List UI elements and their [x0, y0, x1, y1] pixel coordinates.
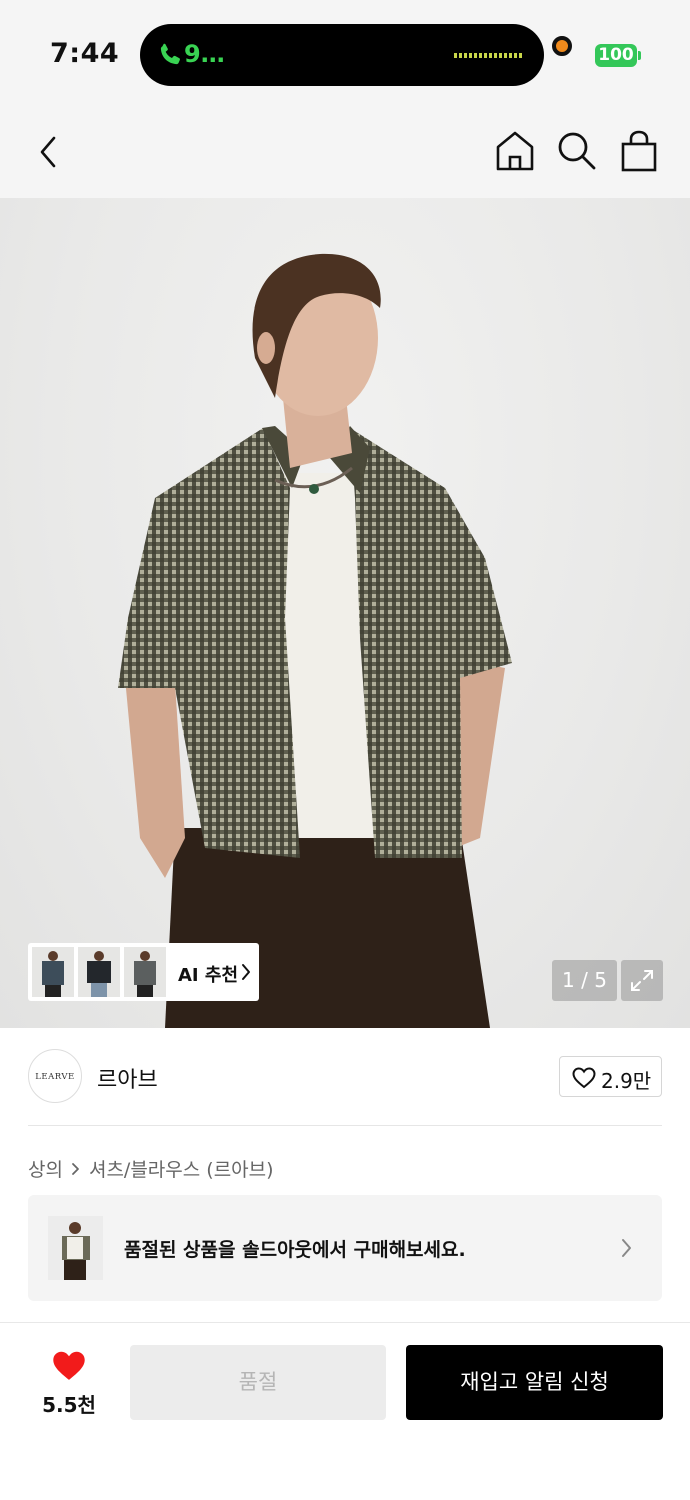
divider [0, 1322, 690, 1323]
breadcrumb-category[interactable]: 상의 [28, 1155, 63, 1182]
status-time: 7:44 [50, 38, 120, 69]
heart-filled-icon [53, 1351, 85, 1380]
restock-alert-button[interactable]: 재입고 알림 신청 [406, 1345, 663, 1420]
call-duration-text: 9… [184, 40, 225, 68]
ai-thumbnail-2 [78, 947, 120, 997]
back-chevron-icon[interactable] [34, 134, 64, 170]
product-photo [118, 253, 512, 1028]
like-count: 5.5천 [42, 1393, 96, 1417]
home-icon[interactable] [495, 130, 535, 172]
image-page-counter: 1 / 5 [552, 960, 617, 1001]
chevron-right-icon [72, 1162, 79, 1175]
soldout-banner-text: 품절된 상품을 솔드아웃에서 구매해보세요. [124, 1239, 466, 1261]
brand-like-button[interactable]: 2.9만 [559, 1056, 662, 1097]
banner-thumbnail [48, 1216, 103, 1280]
status-bar: 7:44 9… 100 [0, 0, 690, 104]
phone-icon [160, 43, 180, 65]
shopping-bag-icon[interactable] [619, 130, 659, 172]
dynamic-island[interactable]: 9… [140, 24, 544, 86]
heart-outline-icon [572, 1067, 596, 1089]
brand-row: LEARVE 르아브 2.9만 [0, 1028, 690, 1126]
ai-thumbnail-1 [32, 947, 74, 997]
chevron-right-icon [242, 964, 250, 980]
mic-indicator-icon [552, 36, 572, 56]
product-image-gallery[interactable]: AI 추천 1 / 5 [0, 198, 690, 1028]
battery-indicator: 100 [595, 44, 637, 67]
expand-icon [631, 970, 653, 991]
audio-wave-icon [454, 53, 522, 58]
ai-recommend-label: AI 추천 [178, 965, 239, 986]
breadcrumb-subcategory[interactable]: 셔츠/블라우스 (르아브) [89, 1155, 274, 1182]
soldout-button: 품절 [130, 1345, 386, 1420]
like-button[interactable]: 5.5천 [28, 1345, 110, 1420]
breadcrumb: 상의 셔츠/블라우스 (르아브) [28, 1155, 274, 1182]
divider [28, 1125, 662, 1126]
battery-tip [638, 51, 641, 60]
brand-logo[interactable]: LEARVE [28, 1049, 82, 1103]
search-icon[interactable] [556, 130, 598, 172]
top-nav [0, 104, 690, 198]
ai-thumbnail-3 [124, 947, 166, 997]
brand-name[interactable]: 르아브 [97, 1062, 158, 1094]
chevron-right-icon [622, 1239, 631, 1257]
expand-button[interactable] [621, 960, 663, 1001]
ai-recommend-button[interactable]: AI 추천 [28, 943, 259, 1001]
brand-like-count: 2.9만 [601, 1069, 652, 1093]
soldout-banner[interactable]: 품절된 상품을 솔드아웃에서 구매해보세요. [28, 1195, 662, 1301]
